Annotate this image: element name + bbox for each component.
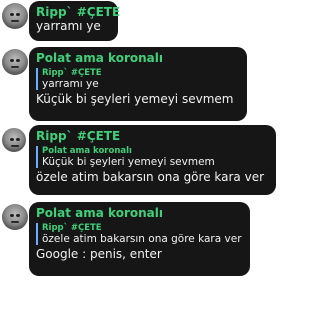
reply-quote[interactable]: Polat ama koronalı Küçük bi şeyleri yeme…: [36, 146, 268, 168]
reply-text: özele atim bakarsın ona göre kara ver: [42, 233, 242, 245]
reply-quote[interactable]: Ripp` #ÇETE yarramı ye: [36, 68, 239, 90]
message-bubble[interactable]: Polat ama koronalı Ripp` #ÇETE özele ati…: [29, 202, 250, 276]
chat-thread: Ripp` #ÇETE yarramı ye Polat ama koronal…: [0, 0, 279, 320]
avatar[interactable]: [2, 3, 28, 29]
sender-name[interactable]: Polat ama koronalı: [36, 51, 239, 65]
message-text: özele atim bakarsın ona göre kara ver: [36, 170, 265, 184]
sender-name[interactable]: Ripp` #ÇETE: [36, 129, 268, 143]
avatar[interactable]: [2, 204, 28, 230]
message-bubble[interactable]: Polat ama koronalı Ripp` #ÇETE yarramı y…: [29, 47, 247, 121]
avatar[interactable]: [2, 128, 26, 152]
reply-text: Küçük bi şeyleri yemeyi sevmem: [42, 156, 215, 168]
sender-name[interactable]: Polat ama koronalı: [36, 206, 242, 220]
message-bubble[interactable]: Ripp` #ÇETE Polat ama koronalı Küçük bi …: [29, 125, 276, 195]
message-text: yarramı ye: [36, 19, 101, 33]
reply-sender: Ripp` #ÇETE: [42, 68, 102, 78]
message-bubble[interactable]: Ripp` #ÇETE yarramı ye: [29, 1, 120, 41]
reply-sender: Ripp` #ÇETE: [42, 223, 102, 233]
message-text: Küçük bi şeyleri yemeyi sevmem: [36, 92, 234, 106]
avatar[interactable]: [2, 49, 28, 75]
sender-name[interactable]: Ripp` #ÇETE: [36, 5, 120, 19]
message-text: Google : penis, enter: [36, 247, 162, 261]
reply-quote[interactable]: Ripp` #ÇETE özele atim bakarsın ona göre…: [36, 223, 242, 245]
reply-sender: Polat ama koronalı: [42, 146, 132, 156]
reply-text: yarramı ye: [42, 78, 99, 90]
